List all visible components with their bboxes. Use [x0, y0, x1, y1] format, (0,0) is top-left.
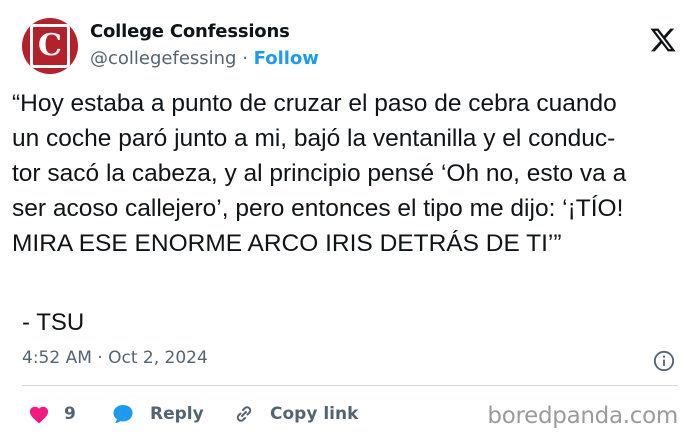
tweet-line: un coche paró junto a mi, bajó la ventan… — [12, 125, 616, 152]
tweet-header: C College Confessions @collegefessing · … — [22, 18, 700, 74]
divider — [22, 385, 678, 386]
copy-link-button[interactable]: Copy link — [232, 400, 358, 428]
like-count: 9 — [64, 404, 76, 424]
link-icon — [236, 406, 252, 422]
timestamp[interactable]: 4:52 AM · Oct 2, 2024 — [22, 348, 208, 368]
avatar-logo: C — [30, 24, 70, 68]
tweet-signature: - TSU — [22, 309, 85, 336]
tweet-line: ser acoso callejero’, pero entonces el t… — [12, 195, 624, 222]
account-handle[interactable]: @collegefessing — [90, 48, 237, 69]
tweet-line: MIRA ESE ENORME ARCO IRIS DETRÁS DE TI’” — [12, 230, 562, 257]
avatar[interactable]: C — [22, 18, 78, 74]
tweet-line: “Hoy estaba a punto de cruzar el paso de… — [12, 90, 617, 117]
separator: · — [236, 48, 254, 69]
heart-icon — [29, 406, 49, 424]
account-name[interactable]: College Confessions — [90, 21, 290, 42]
reply-bubble-icon — [113, 405, 133, 423]
like-button[interactable]: 9 — [28, 400, 76, 428]
tweet-line: tor sacó la cabeza, y al principio pensé… — [12, 160, 627, 187]
copy-link-label: Copy link — [270, 404, 359, 424]
tweet-text: “Hoy estaba a punto de cruzar el paso de… — [12, 86, 692, 261]
watermark: boredpanda.com — [487, 403, 678, 429]
reply-button[interactable]: Reply — [110, 400, 204, 428]
handle-row: @collegefessing · Follow — [90, 48, 319, 69]
reply-label: Reply — [150, 404, 204, 424]
x-logo-icon[interactable] — [648, 26, 678, 54]
follow-button[interactable]: Follow — [254, 48, 319, 69]
info-icon[interactable] — [653, 350, 675, 372]
